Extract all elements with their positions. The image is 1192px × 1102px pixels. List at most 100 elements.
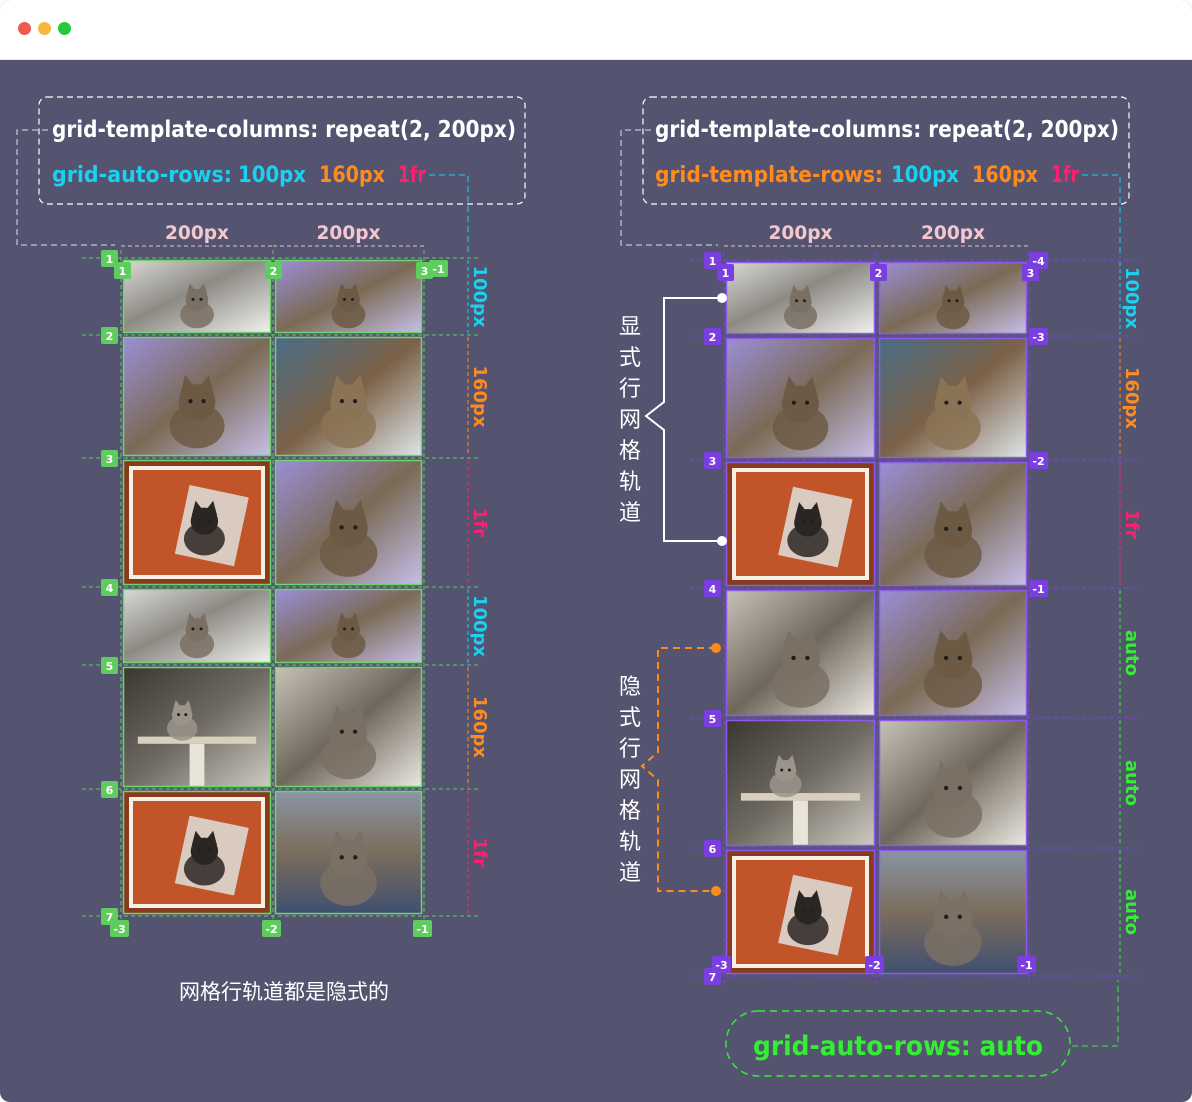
left-column-size-label: 200px bbox=[165, 222, 229, 244]
cat-eye bbox=[943, 655, 949, 661]
left-row-size-label: 1fr bbox=[469, 508, 490, 537]
cat-tree-platform bbox=[137, 736, 257, 744]
implicit-tracks-label-char: 格 bbox=[619, 799, 641, 824]
right-column-size-label: 200px bbox=[921, 222, 985, 244]
cat-eye bbox=[791, 655, 796, 661]
right-code-prop: grid-template-rows: bbox=[655, 163, 883, 188]
image-kitten-photo bbox=[122, 259, 272, 334]
cat-eye bbox=[804, 400, 810, 405]
left-column-line-number-negative: -1 bbox=[432, 263, 444, 276]
explicit-tracks-label-char: 显 bbox=[619, 315, 641, 340]
right-row-line-number-negative: -2 bbox=[1032, 455, 1044, 468]
right-column-line-number: 1 bbox=[722, 267, 730, 280]
cat-eye bbox=[947, 299, 951, 303]
implicit-tracks-label-char: 式 bbox=[619, 706, 641, 731]
cat-tree-platform bbox=[740, 793, 861, 801]
left-column-line-number-negative: -1 bbox=[416, 923, 428, 936]
cat-eye bbox=[943, 785, 949, 791]
explicit-tracks-label-char: 道 bbox=[619, 501, 641, 526]
right-code-value-1fr: 1fr bbox=[1051, 163, 1079, 188]
image-tabby-cat-sitting-photo bbox=[274, 666, 423, 788]
cat-tree-post bbox=[793, 800, 808, 846]
right-rows-connector bbox=[1082, 174, 1121, 258]
right-column-line-number-negative: -1 bbox=[1020, 959, 1032, 972]
cat-eye bbox=[188, 399, 193, 404]
right-row-size-label: 1fr bbox=[1121, 509, 1142, 538]
cat-eye bbox=[811, 520, 815, 524]
image-cats-painting bbox=[878, 261, 1028, 335]
left-column-size-label: 200px bbox=[317, 222, 381, 244]
right-row-line-number: 2 bbox=[709, 331, 717, 344]
left-code-value-100px: 100px bbox=[238, 163, 306, 188]
image-cats-painting bbox=[274, 259, 423, 334]
left-row-size-label: 160px bbox=[469, 365, 490, 427]
cat-eye bbox=[197, 518, 202, 522]
left-column-line-number: 2 bbox=[270, 265, 278, 278]
image-kitten-on-cat-tree-photo bbox=[122, 666, 272, 788]
image-cat-on-blanket-photo bbox=[878, 849, 1028, 975]
cat-eye bbox=[339, 525, 344, 530]
brace-endpoint bbox=[711, 886, 721, 896]
cat-eye bbox=[805, 655, 810, 661]
implicit-tracks-label-char: 隐 bbox=[619, 675, 641, 700]
image-kitten-photo bbox=[725, 261, 876, 335]
image-cats-painting bbox=[725, 337, 876, 459]
implicit-tracks-label-char: 网 bbox=[619, 768, 641, 793]
cat-eye bbox=[351, 627, 355, 631]
cat-eye bbox=[353, 855, 358, 860]
cat-eye bbox=[802, 299, 806, 303]
right-row-line-number-negative: -3 bbox=[1032, 331, 1044, 344]
left-code-prop: grid-auto-rows: bbox=[52, 163, 232, 188]
cat-eye bbox=[199, 297, 203, 301]
cat-eye bbox=[351, 297, 355, 301]
implicit-tracks-label-char: 轨 bbox=[619, 830, 641, 855]
cat-tree-post bbox=[189, 743, 205, 787]
cat-eye bbox=[957, 914, 963, 920]
cat-eye bbox=[339, 855, 344, 860]
cat-eye bbox=[957, 400, 962, 405]
left-row-line-number: 4 bbox=[106, 582, 114, 595]
left-row-line-number: 2 bbox=[106, 330, 114, 343]
right-row-size-label: auto bbox=[1121, 889, 1142, 935]
right-column-line-number-negative: -2 bbox=[868, 959, 880, 972]
image-cats-painting bbox=[122, 336, 272, 457]
left-row-line-number: 1 bbox=[106, 253, 114, 266]
left-row-size-label: 1fr bbox=[469, 838, 490, 867]
image-framed-cat-collage bbox=[122, 790, 272, 915]
left-row-line-number: 3 bbox=[106, 453, 114, 466]
implicit-tracks-label-char: 道 bbox=[619, 861, 641, 886]
right-column-line-number: 2 bbox=[875, 267, 883, 280]
image-framed-cat-collage bbox=[725, 849, 876, 975]
left-column-line-number-negative: -3 bbox=[113, 923, 125, 936]
cat-eye bbox=[201, 399, 206, 404]
cat-eye bbox=[943, 526, 949, 532]
cat-eye bbox=[352, 399, 358, 404]
explicit-tracks-label-char: 行 bbox=[619, 377, 641, 402]
left-column-line-number: 3 bbox=[421, 265, 429, 278]
left-row-size-label: 100px bbox=[469, 265, 490, 327]
left-row-line-number: 6 bbox=[106, 784, 114, 797]
cat-eye bbox=[795, 299, 799, 303]
cat-eye bbox=[801, 908, 805, 912]
left-rows-connector bbox=[429, 174, 469, 256]
left-code-value-160px: 160px bbox=[319, 163, 385, 188]
cat-eye bbox=[207, 848, 211, 852]
cat-eye bbox=[957, 655, 963, 661]
app-window: grid-template-columns: repeat(2, 200px) g… bbox=[0, 0, 1192, 1102]
right-row-line-number: 3 bbox=[709, 455, 717, 468]
grid-diagram-canvas: grid-template-columns: repeat(2, 200px) g… bbox=[16, 96, 1142, 1077]
left-row-size-label: 160px bbox=[469, 696, 490, 758]
cat-eye bbox=[207, 518, 211, 522]
cat-eye bbox=[184, 713, 188, 717]
right-row-line-number: 4 bbox=[709, 583, 717, 596]
right-row-line-number-negative: -1 bbox=[1032, 583, 1044, 596]
left-code-line-1: grid-template-columns: repeat(2, 200px) bbox=[52, 117, 516, 143]
cat-eye bbox=[199, 627, 203, 631]
image-man-with-cat-photo bbox=[878, 337, 1028, 459]
cat-eye bbox=[811, 908, 815, 912]
cat-eye bbox=[191, 297, 195, 301]
cat-eye bbox=[943, 914, 949, 920]
explicit-tracks-label-char: 式 bbox=[619, 346, 641, 371]
right-column-line-number-negative: -3 bbox=[715, 959, 727, 972]
cat-eye bbox=[780, 768, 784, 772]
